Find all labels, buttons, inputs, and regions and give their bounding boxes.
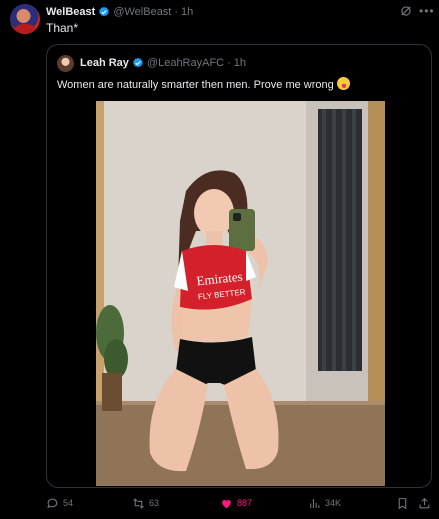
bookmark-button[interactable] bbox=[396, 494, 413, 512]
repost-count: 63 bbox=[149, 498, 160, 508]
tweet[interactable]: WelBeast @WelBeast · 1h ••• Than* Leah R… bbox=[0, 0, 439, 519]
verified-badge-icon bbox=[99, 6, 110, 17]
quote-separator: · bbox=[227, 57, 231, 69]
repost-button[interactable]: 63 bbox=[132, 494, 159, 512]
timestamp[interactable]: 1h bbox=[181, 6, 193, 18]
views-button[interactable]: 34K bbox=[308, 494, 341, 512]
like-icon bbox=[222, 499, 231, 508]
reply-button[interactable]: 54 bbox=[46, 494, 73, 512]
mirror-selfie-illustration: Emirates FLY BETTER bbox=[96, 101, 385, 486]
author-handle[interactable]: @WelBeast bbox=[113, 6, 171, 18]
share-icon bbox=[419, 497, 430, 508]
reply-icon bbox=[47, 498, 58, 508]
quote-avatar[interactable] bbox=[57, 55, 74, 72]
tweet-text: Than* bbox=[46, 21, 79, 35]
bookmark-icon bbox=[398, 497, 407, 509]
quote-timestamp[interactable]: 1h bbox=[234, 57, 246, 69]
share-button[interactable] bbox=[418, 494, 435, 512]
tongue-emoji-icon bbox=[336, 77, 350, 90]
quoted-tweet[interactable]: Leah Ray @LeahRayAFC · 1h Women are natu… bbox=[46, 44, 432, 488]
action-bar: 54 63 887 34K bbox=[46, 494, 432, 512]
views-count: 34K bbox=[325, 498, 342, 508]
avatar-shirt bbox=[13, 24, 37, 34]
quote-header: Leah Ray @LeahRayAFC · 1h bbox=[80, 57, 246, 69]
quote-text: Women are naturally smarter then men. Pr… bbox=[57, 77, 350, 91]
quote-author-handle[interactable]: @LeahRayAFC bbox=[147, 57, 224, 69]
separator: · bbox=[174, 6, 179, 18]
repost-icon bbox=[133, 497, 144, 509]
grok-icon[interactable] bbox=[399, 4, 413, 18]
radiator bbox=[318, 109, 362, 371]
quote-author-name[interactable]: Leah Ray bbox=[80, 57, 129, 69]
quote-photo[interactable]: Emirates FLY BETTER bbox=[96, 101, 385, 486]
quote-text-content: Women are naturally smarter then men. Pr… bbox=[57, 79, 334, 91]
avatar[interactable] bbox=[10, 4, 40, 34]
views-icon bbox=[310, 498, 320, 508]
like-button[interactable]: 887 bbox=[220, 494, 252, 512]
author-name[interactable]: WelBeast bbox=[46, 6, 95, 18]
like-count: 887 bbox=[237, 498, 253, 508]
tweet-header: WelBeast @WelBeast · 1h bbox=[46, 5, 193, 19]
more-icon[interactable]: ••• bbox=[419, 5, 435, 17]
verified-badge-icon bbox=[133, 57, 143, 68]
reply-count: 54 bbox=[63, 498, 74, 508]
